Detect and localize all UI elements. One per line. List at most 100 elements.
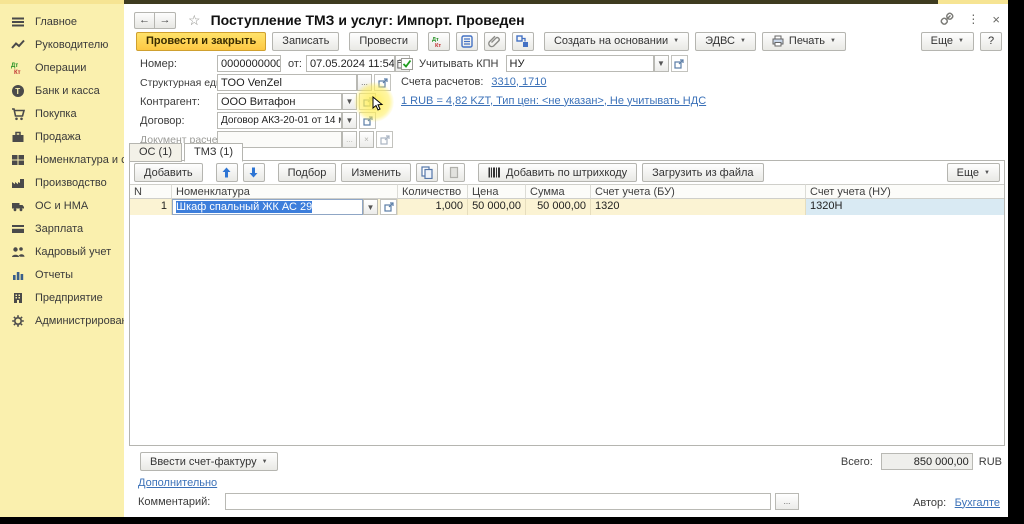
ellipsis-button[interactable]: ... xyxy=(357,74,372,91)
sidebar-item-hr[interactable]: Кадровый учет xyxy=(0,240,124,263)
sidebar-item-administration[interactable]: Администрирование xyxy=(0,309,124,332)
column-header[interactable]: Счет учета (НУ) xyxy=(806,184,1004,199)
sidebar-item-nomenclature[interactable]: Номенклатура и склад xyxy=(0,148,124,171)
number-field[interactable]: 00000000002 xyxy=(217,55,281,72)
ellipsis-button[interactable]: ... xyxy=(775,493,799,510)
create-based-on-button[interactable]: Создать на основании▼ xyxy=(544,32,689,51)
copy-button[interactable] xyxy=(416,163,438,182)
sidebar-item-label: Главное xyxy=(35,16,77,28)
cart-icon xyxy=(11,107,25,121)
get-link-icon[interactable] xyxy=(940,12,954,26)
forward-button[interactable]: → xyxy=(155,12,176,29)
sidebar-item-enterprise[interactable]: Предприятие xyxy=(0,286,124,309)
kpn-checkbox[interactable] xyxy=(401,58,413,70)
related-documents-button[interactable] xyxy=(512,32,534,51)
sidebar-item-main[interactable]: Главное xyxy=(0,10,124,33)
comment-field[interactable] xyxy=(225,493,771,510)
row-number-cell[interactable]: 1 xyxy=(130,199,172,215)
write-button[interactable]: Записать xyxy=(272,32,339,51)
column-header[interactable]: Цена xyxy=(468,184,526,199)
contract-field[interactable]: Договор АКЗ-20-01 от 14 мая 2020г. xyxy=(217,112,342,129)
dropdown-button[interactable]: ▼ xyxy=(342,93,357,110)
add-by-barcode-button[interactable]: Добавить по штрихкоду xyxy=(478,163,637,182)
close-icon[interactable]: × xyxy=(992,12,1000,27)
dropdown-button[interactable]: ▼ xyxy=(654,55,669,72)
attachments-button[interactable] xyxy=(484,32,506,51)
sidebar-item-bank[interactable]: Т Банк и касса xyxy=(0,79,124,102)
sidebar-item-operations[interactable]: ДтКт Операции xyxy=(0,56,124,79)
move-down-button[interactable] xyxy=(243,163,265,182)
kpn-field[interactable]: НУ xyxy=(506,55,654,72)
counterparty-label: Контрагент: xyxy=(140,96,217,108)
table-empty-area[interactable] xyxy=(130,215,1004,445)
chevron-down-icon: ▼ xyxy=(262,459,268,465)
sidebar-item-label: Руководителю xyxy=(35,39,108,51)
add-row-button[interactable]: Добавить xyxy=(134,163,203,182)
window-more-button[interactable]: Еще▼ xyxy=(921,32,974,51)
account-bu-cell[interactable]: 1320 xyxy=(591,199,806,215)
price-cell[interactable]: 50 000,00 xyxy=(468,199,526,215)
open-button[interactable] xyxy=(380,199,397,215)
load-from-file-button[interactable]: Загрузить из файла xyxy=(642,163,763,182)
report-structure-button[interactable] xyxy=(456,32,478,51)
grid-icon xyxy=(11,153,25,167)
back-button[interactable]: ← xyxy=(134,12,155,29)
nomenclature-cell[interactable]: Шкаф спальный ЖК АС 29 ▼ xyxy=(172,199,398,215)
column-header[interactable]: Счет учета (БУ) xyxy=(591,184,806,199)
enter-invoice-button[interactable]: Ввести счет-фактуру▼ xyxy=(140,452,278,471)
table-more-button[interactable]: Еще▼ xyxy=(947,163,1000,182)
sidebar-item-sales[interactable]: Продажа xyxy=(0,125,124,148)
ellipsis-button[interactable]: ... xyxy=(342,131,357,148)
app-window: Главное Руководителю ДтКт Операции Т Бан… xyxy=(0,0,1008,517)
nomenclature-editor[interactable]: Шкаф спальный ЖК АС 29 xyxy=(172,199,363,215)
tab-os[interactable]: ОС (1) xyxy=(129,143,182,162)
pick-button[interactable]: Подбор xyxy=(278,163,337,182)
counterparty-field[interactable]: ООО Витафон xyxy=(217,93,342,110)
open-button[interactable] xyxy=(374,74,391,91)
help-button[interactable]: ? xyxy=(980,32,1002,51)
sum-cell[interactable]: 50 000,00 xyxy=(526,199,591,215)
gear-icon xyxy=(11,314,25,328)
chevron-down-icon: ▼ xyxy=(984,170,990,176)
open-form-icon xyxy=(363,97,373,107)
dropdown-button[interactable]: ▼ xyxy=(363,199,378,215)
column-header[interactable]: Сумма xyxy=(526,184,591,199)
truck-icon xyxy=(11,199,25,213)
post-button[interactable]: Провести xyxy=(349,32,418,51)
clear-button[interactable]: × xyxy=(359,131,374,148)
sidebar-item-salary[interactable]: Зарплата xyxy=(0,217,124,240)
move-up-button[interactable] xyxy=(216,163,238,182)
open-button[interactable] xyxy=(376,131,393,148)
edvs-button[interactable]: ЭДВС▼ xyxy=(695,32,756,51)
date-field[interactable]: 07.05.2024 11:54:49 xyxy=(306,55,395,72)
dropdown-button[interactable]: ▼ xyxy=(342,112,357,129)
sidebar-item-manager[interactable]: Руководителю xyxy=(0,33,124,56)
paste-button[interactable] xyxy=(443,163,465,182)
sidebar-item-reports[interactable]: Отчеты xyxy=(0,263,124,286)
print-button[interactable]: Печать▼ xyxy=(762,32,846,51)
sidebar-item-production[interactable]: Производство xyxy=(0,171,124,194)
show-postings-button[interactable]: ДтКт xyxy=(428,32,450,51)
quantity-cell[interactable]: 1,000 xyxy=(398,199,468,215)
edit-button[interactable]: Изменить xyxy=(341,163,411,182)
menu-dots-icon[interactable]: ⋮ xyxy=(967,12,979,26)
column-header[interactable]: N xyxy=(130,184,172,199)
tab-tmz[interactable]: ТМЗ (1) xyxy=(184,143,243,162)
people-icon xyxy=(11,245,25,259)
open-button[interactable] xyxy=(359,112,376,129)
sidebar-item-os-nma[interactable]: ОС и НМА xyxy=(0,194,124,217)
column-header[interactable]: Количество xyxy=(398,184,468,199)
sidebar-item-purchase[interactable]: Покупка xyxy=(0,102,124,125)
currency-rate-link[interactable]: 1 RUB = 4,82 KZT, Тип цен: <не указан>, … xyxy=(401,95,706,107)
settlement-accounts-link[interactable]: 3310, 1710 xyxy=(491,76,546,88)
open-button[interactable] xyxy=(671,55,688,72)
structural-unit-field[interactable]: TOO VenZel xyxy=(217,74,357,91)
additional-link[interactable]: Дополнительно xyxy=(138,477,217,489)
table-row[interactable]: 1 Шкаф спальный ЖК АС 29 ▼ 1,000 50 000,… xyxy=(130,199,1004,215)
copy-icon xyxy=(421,166,433,179)
favorite-star-icon[interactable]: ☆ xyxy=(188,12,201,29)
post-and-close-button[interactable]: Провести и закрыть xyxy=(136,32,266,51)
column-header[interactable]: Номенклатура xyxy=(172,184,398,199)
account-nu-cell[interactable]: 1320Н xyxy=(806,199,1004,215)
author-link[interactable]: Бухгалте xyxy=(955,497,1000,509)
